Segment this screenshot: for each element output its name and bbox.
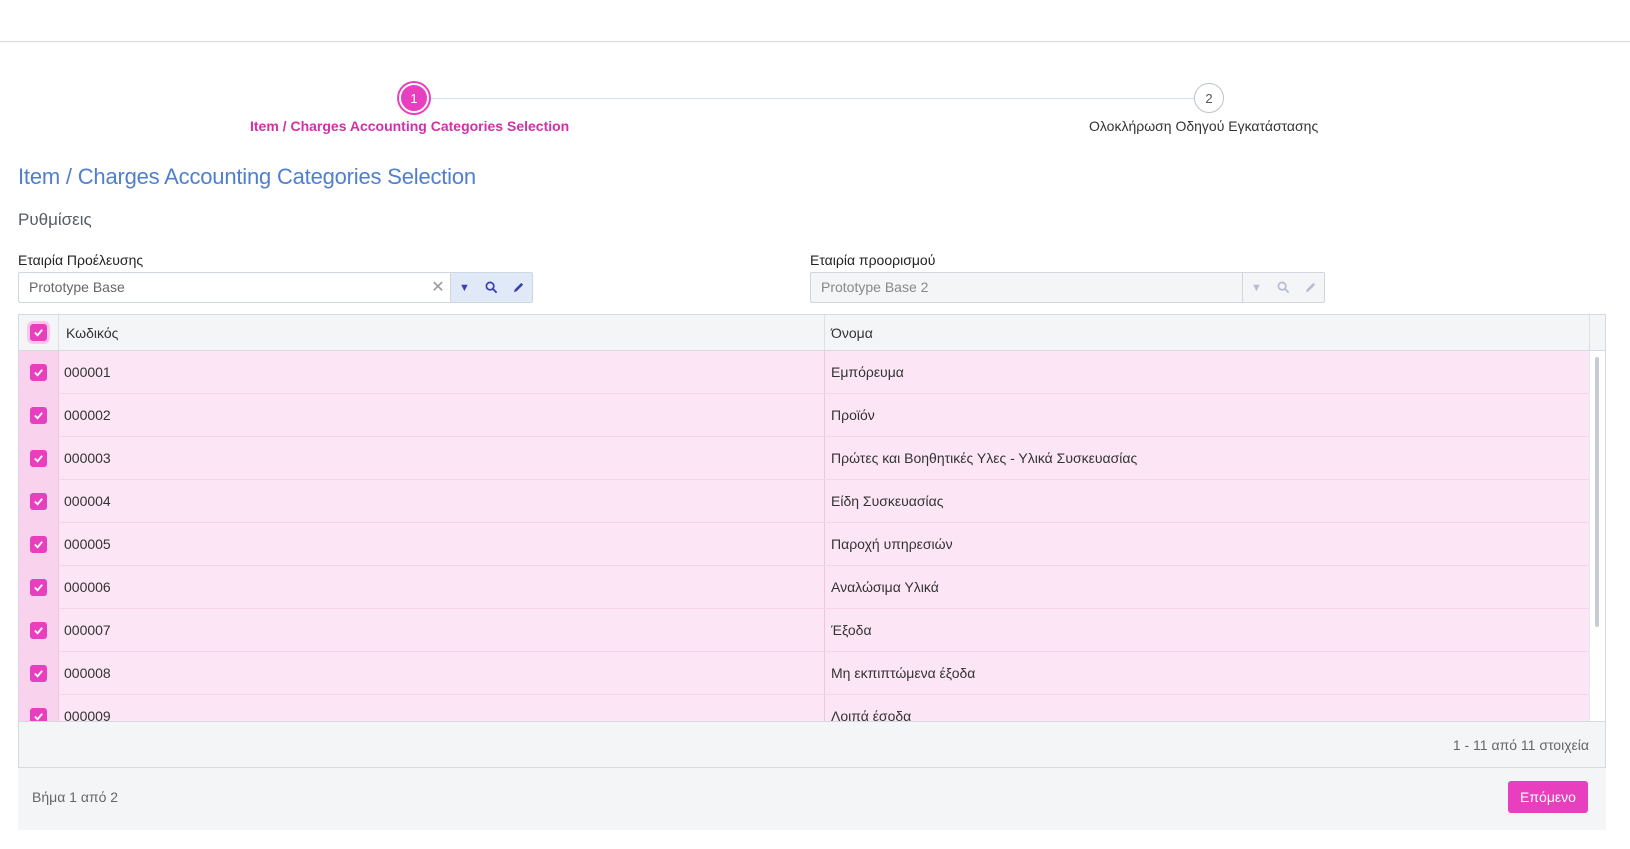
next-button[interactable]: Επόμενο — [1508, 781, 1588, 813]
clear-icon[interactable]: ✕ — [426, 273, 450, 302]
table-row[interactable]: 000009 Λοιπά έσοδα — [19, 695, 1591, 722]
row-select-cell — [19, 480, 59, 522]
table-row[interactable]: 000003 Πρώτες και Βοηθητικές Υλες - Υλικά… — [19, 437, 1591, 480]
row-checkbox[interactable] — [30, 664, 47, 682]
edit-icon[interactable] — [505, 273, 532, 302]
table-row[interactable]: 000006 Αναλώσιμα Υλικά — [19, 566, 1591, 609]
row-select-cell — [19, 652, 59, 694]
row-name: Λοιπά έσοδα — [831, 708, 912, 722]
row-checkbox[interactable] — [30, 449, 47, 467]
row-code: 000005 — [59, 523, 825, 565]
table-row[interactable]: 000001 Εμπόρευμα — [19, 351, 1591, 394]
select-all-cell — [19, 315, 59, 350]
row-select-cell — [19, 609, 59, 651]
row-checkbox[interactable] — [30, 621, 47, 639]
row-checkbox[interactable] — [30, 492, 47, 510]
row-name: Έξοδα — [831, 622, 872, 638]
row-checkbox[interactable] — [30, 406, 47, 424]
table-row[interactable]: 000004 Είδη Συσκευασίας — [19, 480, 1591, 523]
row-name: Προϊόν — [831, 407, 875, 423]
grid-body: 000001 Εμπόρευμα 000002 Προϊόν 000003 Πρώτες … — [19, 351, 1591, 722]
step-2-indicator[interactable]: 2 — [1194, 83, 1224, 113]
table-row[interactable]: 000007 Έξοδα — [19, 609, 1591, 652]
table-row[interactable]: 000002 Προϊόν — [19, 394, 1591, 437]
row-checkbox[interactable] — [30, 707, 47, 722]
wizard-footer: Βήμα 1 από 2 Επόμενο — [18, 768, 1606, 830]
row-name: Μη εκπιπτώμενα έξοδα — [831, 665, 976, 681]
row-name: Παροχή υπηρεσιών — [831, 536, 953, 552]
row-select-cell — [19, 351, 59, 393]
select-all-checkbox[interactable] — [30, 324, 47, 341]
step-1-label[interactable]: Item / Charges Accounting Categories Sel… — [250, 118, 569, 134]
search-icon — [1270, 273, 1297, 302]
section-title: Ρυθμίσεις — [18, 210, 92, 229]
target-company-label: Εταιρία προορισμού — [810, 252, 936, 268]
top-bar — [0, 0, 1630, 42]
row-code: 000008 — [59, 652, 825, 694]
row-code: 000009 — [59, 695, 825, 722]
row-code: 000001 — [59, 351, 825, 393]
dropdown-arrow-icon[interactable]: ▼ — [451, 273, 478, 302]
row-name: Είδη Συσκευασίας — [831, 493, 944, 509]
wizard-stepper: 1 Item / Charges Accounting Categories S… — [0, 80, 1630, 140]
row-select-cell — [19, 394, 59, 436]
row-name: Εμπόρευμα — [831, 364, 904, 380]
row-checkbox[interactable] — [30, 363, 47, 381]
row-select-cell — [19, 566, 59, 608]
table-row[interactable]: 000005 Παροχή υπηρεσιών — [19, 523, 1591, 566]
table-row[interactable]: 000008 Μη εκπιπτώμενα έξοδα — [19, 652, 1591, 695]
row-checkbox[interactable] — [30, 578, 47, 596]
row-code: 000002 — [59, 394, 825, 436]
dropdown-arrow-icon: ▼ — [1251, 281, 1262, 294]
pager-info: 1 - 11 από 11 στοιχεία — [1452, 737, 1589, 753]
source-company-lookup[interactable]: Prototype Base ✕ ▼ — [18, 272, 533, 303]
categories-grid: Κωδικός Όνομα 000001 Εμπόρευμα 000002 Προϊό… — [18, 314, 1606, 768]
row-select-cell — [19, 695, 59, 722]
grid-pager: 1 - 11 από 11 στοιχεία — [19, 721, 1605, 767]
scrollbar-thumb[interactable] — [1595, 357, 1599, 627]
row-code: 000003 — [59, 437, 825, 479]
source-company-label: Εταιρία Προέλευσης — [18, 252, 144, 268]
target-company-value: Prototype Base 2 — [821, 279, 929, 295]
vertical-scrollbar[interactable] — [1589, 351, 1605, 722]
grid-header: Κωδικός Όνομα — [19, 315, 1605, 351]
target-company-lookup: Prototype Base 2 ▼ — [810, 272, 1325, 303]
column-header-code[interactable]: Κωδικός — [59, 315, 825, 350]
row-name: Αναλώσιμα Υλικά — [831, 579, 939, 595]
row-code: 000006 — [59, 566, 825, 608]
row-select-cell — [19, 437, 59, 479]
row-code: 000004 — [59, 480, 825, 522]
stepper-connector — [415, 98, 1210, 99]
step-1-indicator[interactable]: 1 — [399, 83, 429, 113]
source-company-value[interactable]: Prototype Base — [19, 273, 426, 302]
row-checkbox[interactable] — [30, 535, 47, 553]
step-2-label[interactable]: Ολοκλήρωση Οδηγού Εγκατάστασης — [1089, 118, 1318, 134]
row-code: 000007 — [59, 609, 825, 651]
step-counter: Βήμα 1 από 2 — [32, 789, 119, 805]
row-select-cell — [19, 523, 59, 565]
search-icon[interactable] — [478, 273, 505, 302]
row-name: Πρώτες και Βοηθητικές Υλες - Υλικά Συσκε… — [831, 450, 1138, 466]
edit-icon — [1297, 273, 1324, 302]
column-header-name[interactable]: Όνομα — [825, 315, 1590, 350]
page-title: Item / Charges Accounting Categories Sel… — [18, 164, 476, 189]
